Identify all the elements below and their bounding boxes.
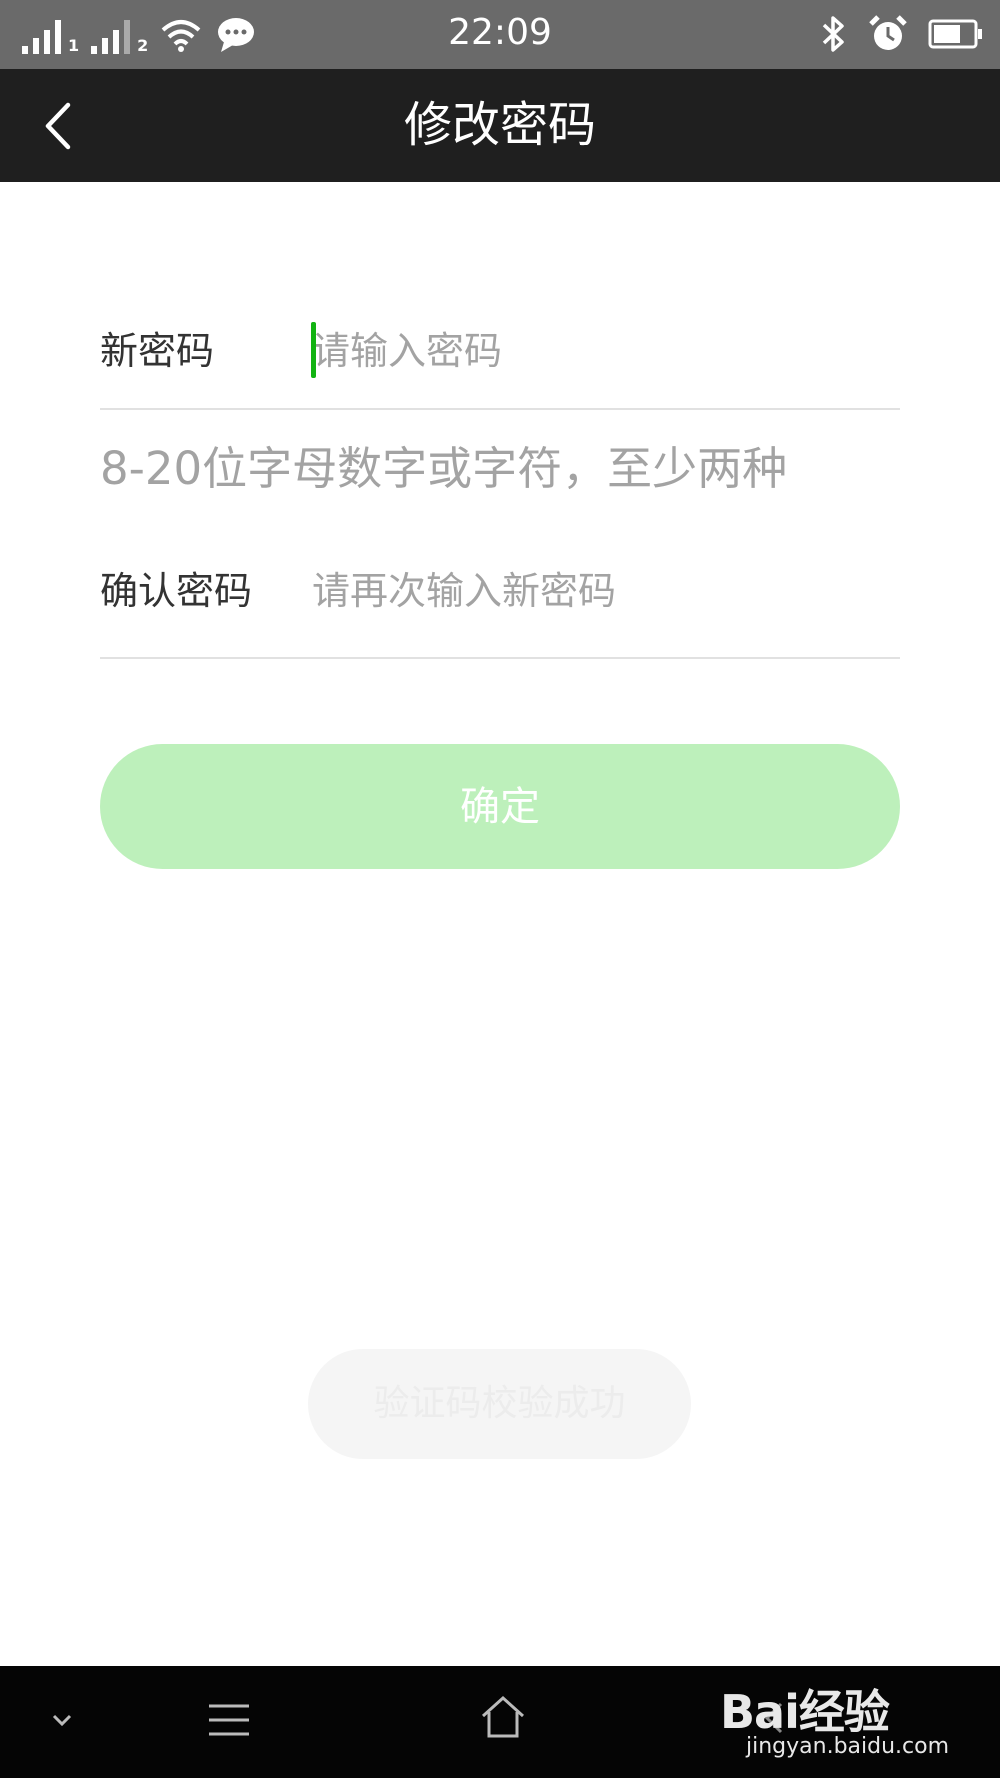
- password-hint: 8-20位字母数字或字符，至少两种: [100, 442, 788, 495]
- new-password-divider: [100, 408, 900, 410]
- confirm-password-label: 确认密码: [100, 569, 253, 613]
- collapse-icon[interactable]: [46, 1704, 78, 1736]
- baidu-watermark: Bai经验 jingyan.baidu.com: [720, 1672, 980, 1772]
- toast-message: 验证码校验成功: [308, 1349, 691, 1459]
- new-password-row: 新密码: [100, 326, 900, 382]
- text-cursor: [311, 322, 316, 378]
- home-icon[interactable]: [478, 1692, 528, 1742]
- confirm-password-divider: [100, 657, 900, 659]
- page-title: 修改密码: [403, 97, 596, 153]
- new-password-input[interactable]: [312, 326, 892, 376]
- alarm-icon: [869, 15, 907, 50]
- bluetooth-icon: [822, 16, 844, 52]
- status-right-group: [818, 12, 984, 56]
- watermark-url: jingyan.baidu.com: [746, 1734, 950, 1759]
- confirm-password-input[interactable]: [312, 566, 892, 616]
- confirm-password-row: 确认密码: [100, 566, 900, 622]
- confirm-button[interactable]: 确定: [100, 744, 900, 869]
- battery-icon: [928, 19, 982, 49]
- watermark-logo: Bai经验: [720, 1685, 890, 1739]
- menu-icon[interactable]: [205, 1698, 253, 1742]
- new-password-label: 新密码: [100, 329, 215, 373]
- status-bar: 1 2 22:09: [0, 0, 1000, 69]
- title-bar: 修改密码: [0, 69, 1000, 182]
